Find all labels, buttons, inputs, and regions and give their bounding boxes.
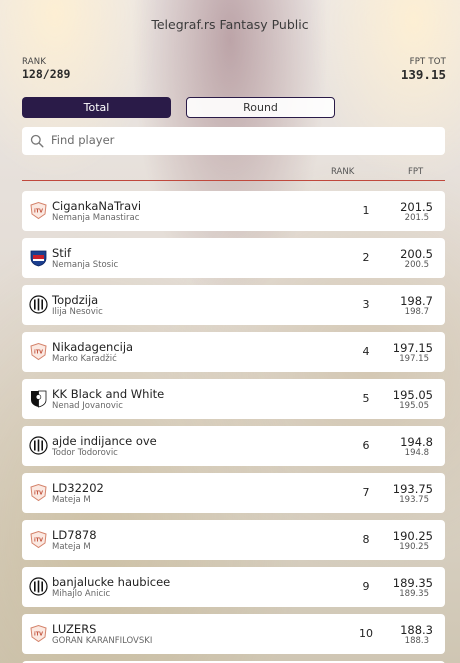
rank-value: 7 bbox=[362, 486, 370, 499]
table-row[interactable]: ajde indijance ove Todor Todorovic 6 194… bbox=[22, 426, 445, 466]
user-fpt-total: FPT TOT 139.15 bbox=[401, 57, 446, 82]
rank-value: 2 bbox=[362, 251, 370, 264]
column-header-fpt[interactable]: FPT bbox=[408, 167, 423, 177]
fpt-subvalue: 198.7 bbox=[404, 307, 429, 317]
search-bar bbox=[22, 127, 445, 155]
user-rank: RANK 128/289 bbox=[22, 57, 70, 81]
rank-value: 10 bbox=[359, 627, 373, 640]
striped-shield-icon bbox=[29, 436, 48, 455]
table-row[interactable]: Stif Nemanja Stosic 2 200.5 200.5 bbox=[22, 238, 445, 278]
team-name: ajde indijance ove bbox=[52, 434, 157, 448]
rank-value: 9 bbox=[362, 580, 370, 593]
manager-name: Mateja M bbox=[52, 495, 91, 505]
svg-text:iTV: iTV bbox=[34, 491, 43, 497]
itv-icon: iTV bbox=[30, 201, 47, 220]
rank-value: 5 bbox=[362, 392, 370, 405]
fpt-subvalue: 194.8 bbox=[404, 448, 429, 458]
black-white-shield-icon bbox=[31, 390, 47, 408]
fpt-value: 201.5 bbox=[400, 200, 433, 214]
rank-value: 128/289 bbox=[22, 67, 71, 81]
fpt-total-label: FPT TOT bbox=[409, 57, 446, 67]
itv-icon: iTV bbox=[30, 342, 47, 361]
fpt-value: 193.75 bbox=[392, 482, 433, 496]
manager-name: GORAN KARANFILOVSKI bbox=[52, 636, 153, 646]
divider bbox=[22, 180, 445, 181]
rank-value: 6 bbox=[362, 439, 370, 452]
itv-icon: iTV bbox=[30, 483, 47, 502]
table-row[interactable]: banjalucke haubicee Mihajlo Anicic 9 189… bbox=[22, 567, 445, 607]
page-title: Telegraf.rs Fantasy Public bbox=[151, 17, 309, 32]
manager-name: Mateja M bbox=[52, 542, 91, 552]
table-row[interactable]: iTV CigankaNaTravi Nemanja Manastirac 1 … bbox=[22, 191, 445, 231]
club-crest-icon bbox=[30, 250, 47, 267]
table-row[interactable]: iTV LD7878 Mateja M 8 190.25 190.25 bbox=[22, 520, 445, 560]
manager-name: Ilija Nesovic bbox=[52, 307, 103, 317]
fpt-subvalue: 193.75 bbox=[399, 495, 429, 505]
manager-name: Marko Karadžić bbox=[52, 354, 117, 364]
column-headers: RANK FPT bbox=[22, 167, 445, 181]
team-name: Nikadagencija bbox=[52, 340, 134, 354]
manager-name: Nemanja Stosic bbox=[52, 260, 119, 270]
fpt-value: 189.35 bbox=[392, 576, 433, 590]
rank-value: 3 bbox=[362, 298, 370, 311]
fpt-subvalue: 190.25 bbox=[399, 542, 429, 552]
tab-bar: Total Round bbox=[22, 97, 336, 118]
fpt-value: 190.25 bbox=[392, 529, 433, 543]
table-row[interactable]: iTV LD32202 Mateja M 7 193.75 193.75 bbox=[22, 473, 445, 513]
team-name: Stif bbox=[52, 246, 72, 260]
rank-label: RANK bbox=[22, 57, 47, 67]
search-icon bbox=[30, 134, 44, 148]
fpt-subvalue: 189.35 bbox=[399, 589, 429, 599]
table-row[interactable]: Topdzija Ilija Nesovic 3 198.7 198.7 bbox=[22, 285, 445, 325]
fpt-subvalue: 201.5 bbox=[404, 213, 429, 223]
team-name: KK Black and White bbox=[52, 387, 165, 401]
search-input[interactable] bbox=[51, 130, 431, 150]
team-name: CigankaNaTravi bbox=[52, 199, 142, 213]
fpt-value: 197.15 bbox=[392, 341, 433, 355]
fpt-total-value: 139.15 bbox=[400, 67, 446, 82]
column-header-rank[interactable]: RANK bbox=[331, 167, 354, 177]
striped-shield-icon bbox=[29, 295, 48, 314]
manager-name: Nenad Jovanovic bbox=[52, 401, 123, 411]
svg-text:iTV: iTV bbox=[34, 632, 43, 638]
team-name: banjalucke haubicee bbox=[52, 575, 171, 589]
header: Telegraf.rs Fantasy Public RANK 128/289 … bbox=[0, 0, 460, 95]
fpt-subvalue: 188.3 bbox=[404, 636, 429, 646]
rank-value: 8 bbox=[362, 533, 370, 546]
svg-text:iTV: iTV bbox=[34, 209, 43, 215]
table-row[interactable]: KK Black and White Nenad Jovanovic 5 195… bbox=[22, 379, 445, 419]
fpt-subvalue: 200.5 bbox=[404, 260, 429, 270]
fpt-subvalue: 197.15 bbox=[399, 354, 429, 364]
team-name: LD7878 bbox=[52, 528, 97, 542]
table-row[interactable]: iTV Nikadagencija Marko Karadžić 4 197.1… bbox=[22, 332, 445, 372]
team-name: LD32202 bbox=[52, 481, 104, 495]
tab-total[interactable]: Total bbox=[22, 97, 171, 118]
rank-value: 1 bbox=[362, 204, 370, 217]
itv-icon: iTV bbox=[30, 530, 47, 549]
fpt-value: 200.5 bbox=[400, 247, 433, 261]
table-row[interactable]: iTV LUZERS GORAN KARANFILOVSKI 10 188.3 … bbox=[22, 614, 445, 654]
striped-shield-icon bbox=[29, 577, 48, 596]
rank-value: 4 bbox=[362, 345, 370, 358]
fpt-value: 194.8 bbox=[400, 435, 433, 449]
fpt-value: 195.05 bbox=[392, 388, 433, 402]
fpt-value: 198.7 bbox=[400, 294, 433, 308]
fpt-subvalue: 195.05 bbox=[399, 401, 429, 411]
svg-text:iTV: iTV bbox=[34, 350, 43, 356]
itv-icon: iTV bbox=[30, 624, 47, 643]
manager-name: Nemanja Manastirac bbox=[52, 213, 140, 223]
team-name: LUZERS bbox=[52, 622, 97, 636]
team-name: Topdzija bbox=[52, 293, 99, 307]
svg-text:iTV: iTV bbox=[34, 538, 43, 544]
manager-name: Todor Todorovic bbox=[52, 448, 118, 458]
manager-name: Mihajlo Anicic bbox=[52, 589, 111, 599]
fpt-value: 188.3 bbox=[400, 623, 433, 637]
tab-round[interactable]: Round bbox=[186, 97, 335, 118]
